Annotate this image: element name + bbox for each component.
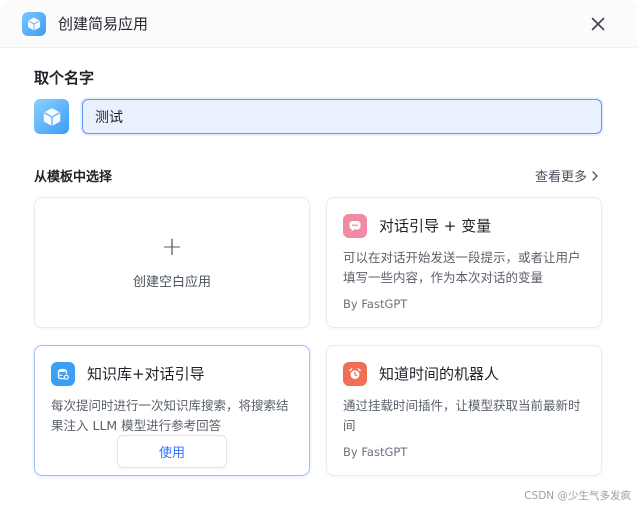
create-app-modal: 创建简易应用 取个名字 从模板中选择 查看更多 + 创建空白应用: [0, 0, 637, 509]
see-more-label: 查看更多: [535, 170, 588, 185]
alarm-clock-icon: [343, 362, 367, 386]
watermark: CSDN @少生气多发疯: [524, 490, 631, 502]
app-avatar-button[interactable]: [34, 99, 69, 134]
plus-icon: +: [161, 232, 183, 262]
chevron-right-icon: [592, 170, 599, 181]
template-card-knowledge-base-chat-guide[interactable]: 知识库+对话引导 每次提问时进行一次知识库搜索，将搜索结果注入 LLM 模型进行…: [34, 345, 310, 476]
template-author: By FastGPT: [343, 297, 408, 311]
template-description: 每次提问时进行一次知识库搜索，将搜索结果注入 LLM 模型进行参考回答: [51, 398, 289, 433]
create-blank-app-label: 创建空白应用: [132, 275, 211, 290]
cube-icon: [22, 12, 46, 36]
close-button[interactable]: [586, 12, 610, 36]
template-card-chat-guide-variables[interactable]: 对话引导 + 变量 可以在对话开始发送一段提示，或者让用户填写一些内容，作为本次…: [326, 197, 602, 328]
template-title: 知道时间的机器人: [379, 365, 500, 383]
use-template-button[interactable]: 使用: [117, 435, 227, 468]
database-icon: [51, 362, 75, 386]
create-blank-app-card[interactable]: + 创建空白应用: [34, 197, 310, 328]
template-description: 通过挂载时间插件，让模型获取当前最新时间: [343, 398, 581, 433]
modal-header: 创建简易应用: [0, 0, 637, 48]
modal-title: 创建简易应用: [58, 15, 149, 33]
app-name-input[interactable]: [82, 99, 602, 134]
template-title: 知识库+对话引导: [87, 365, 205, 383]
see-more-link[interactable]: 查看更多: [535, 166, 599, 185]
template-author: By FastGPT: [343, 445, 408, 459]
template-card-time-aware-bot[interactable]: 知道时间的机器人 通过挂载时间插件，让模型获取当前最新时间 By FastGPT: [326, 345, 602, 476]
template-section-label: 从模板中选择: [34, 170, 113, 185]
chat-bubble-icon: [343, 214, 367, 238]
cube-icon: [42, 107, 61, 126]
template-description: 可以在对话开始发送一段提示，或者让用户填写一些内容，作为本次对话的变量: [343, 250, 581, 285]
template-title: 对话引导 + 变量: [379, 217, 492, 235]
name-section-label: 取个名字: [34, 69, 95, 87]
close-icon: [591, 17, 605, 31]
